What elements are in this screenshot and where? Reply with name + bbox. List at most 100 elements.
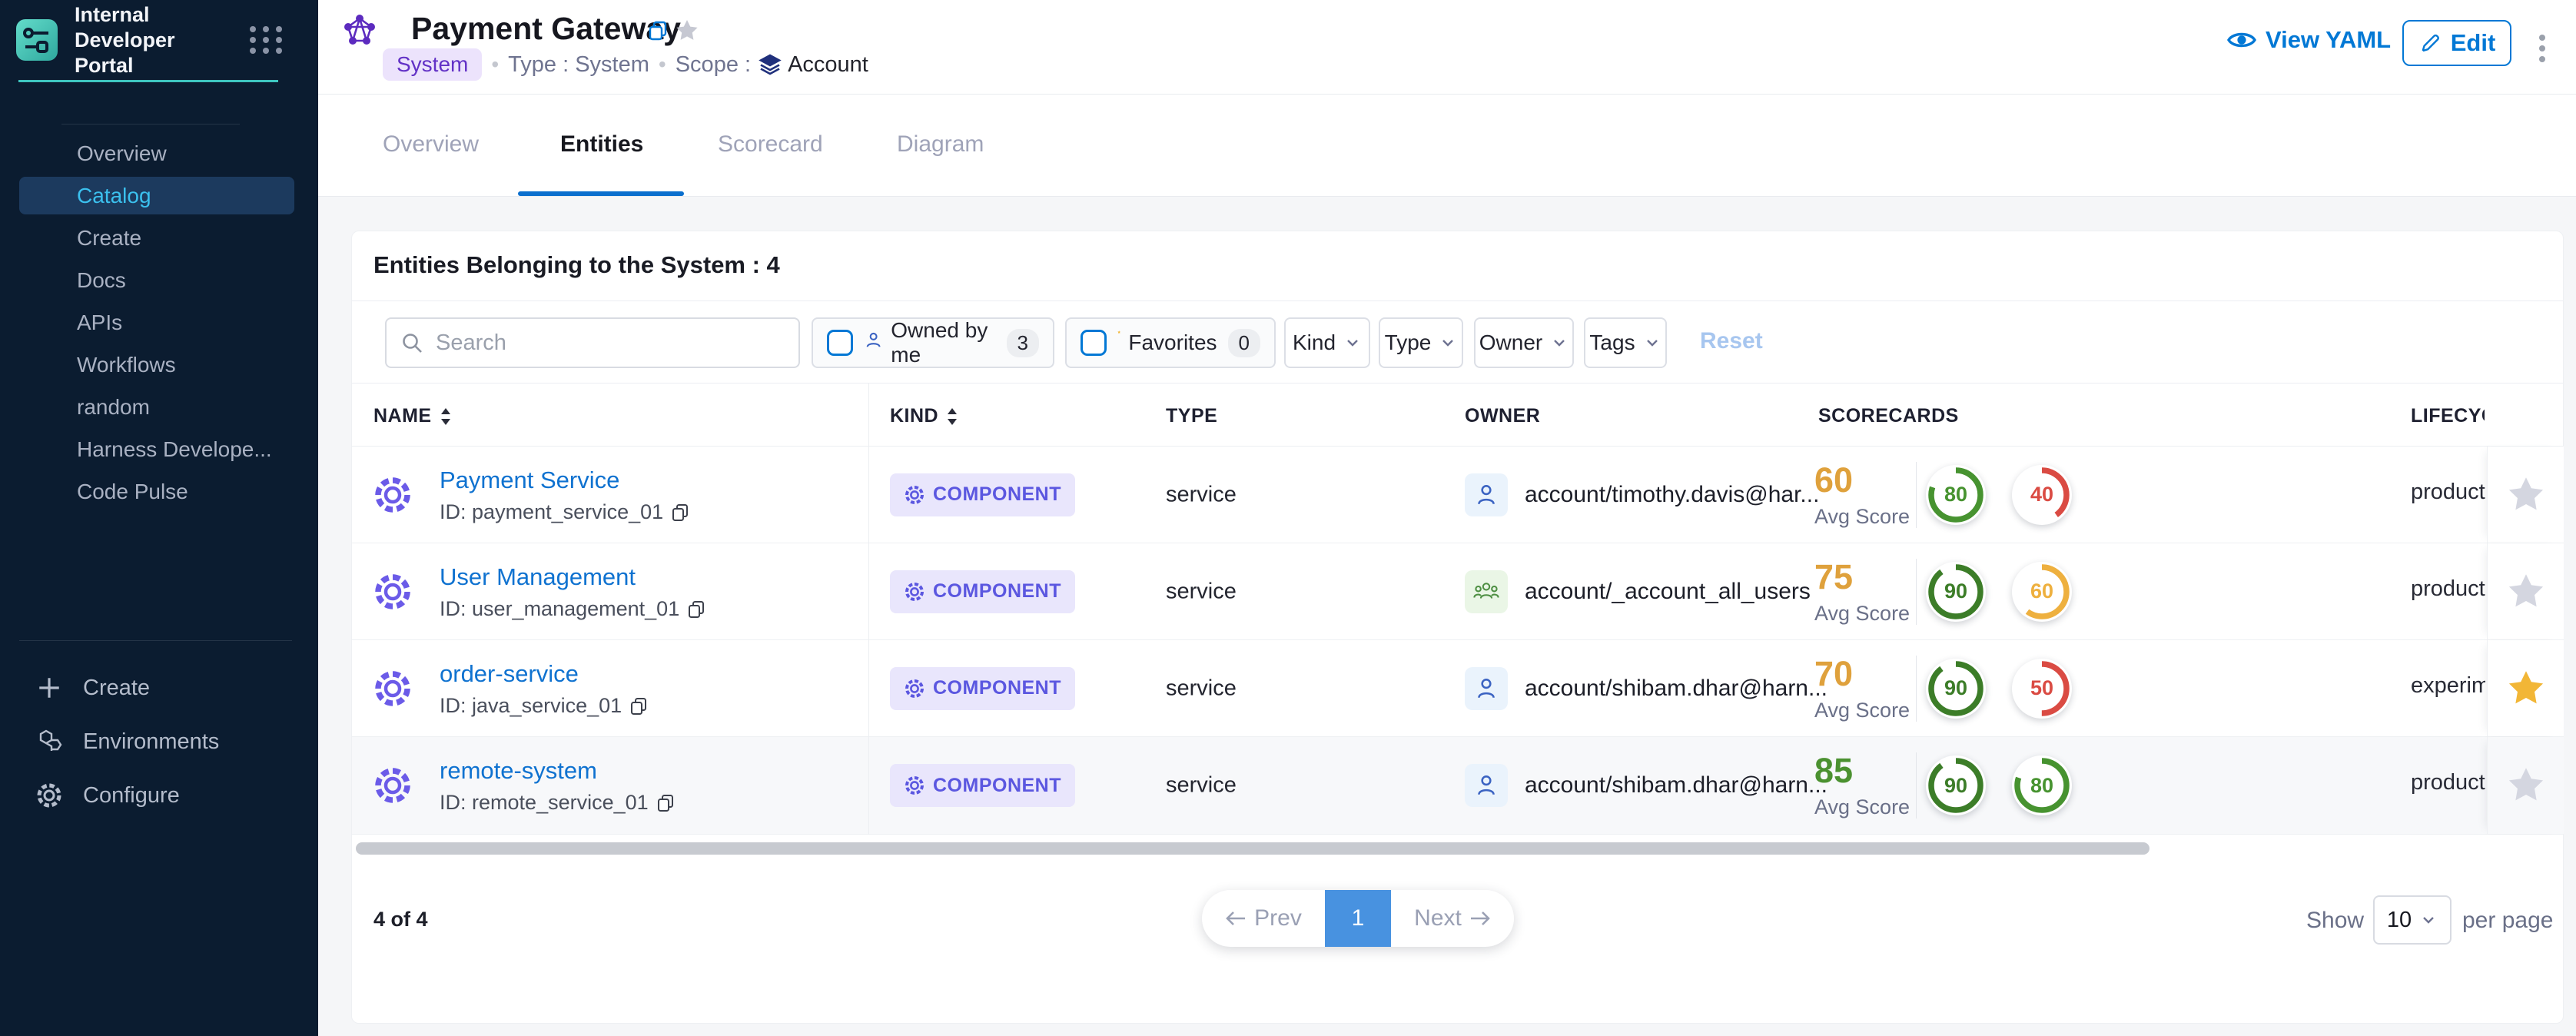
sidebar-item-harness-developer[interactable]: Harness Develope... <box>0 428 318 470</box>
favorite-star-icon[interactable] <box>2506 475 2546 515</box>
scorecard-ring[interactable]: 80 <box>2012 755 2072 815</box>
scorecard-ring[interactable]: 60 <box>2012 562 2072 622</box>
table-row[interactable]: order-service ID: java_service_01 COMPON… <box>352 640 2563 737</box>
favorite-entity-star-icon[interactable] <box>675 18 699 43</box>
sidebar-footer-environments[interactable]: Environments <box>0 715 318 769</box>
entity-name-link[interactable]: remote-system <box>440 757 597 785</box>
app-grid-icon[interactable] <box>248 22 284 58</box>
tab-diagram[interactable]: Diagram <box>897 131 984 158</box>
tab-entities[interactable]: Entities <box>560 131 643 158</box>
more-options-kebab-icon[interactable] <box>2535 25 2550 71</box>
sidebar-footer-configure[interactable]: Configure <box>0 769 318 822</box>
entity-name-link[interactable]: order-service <box>440 660 579 688</box>
row-count-summary: 4 of 4 <box>373 908 428 931</box>
favorites-filter[interactable]: Favorites 0 <box>1065 317 1276 368</box>
sidebar-nav: Overview Catalog Create Docs APIs Workfl… <box>0 132 318 513</box>
owned-by-me-filter[interactable]: Owned by me 3 <box>812 317 1054 368</box>
component-gear-icon <box>372 765 413 806</box>
scorecard-ring[interactable]: 40 <box>2012 465 2072 525</box>
kind-dropdown[interactable]: Kind <box>1284 317 1370 368</box>
entities-heading: Entities Belonging to the System : 4 <box>373 251 780 279</box>
avg-score: 85 Avg Score <box>1814 751 1913 819</box>
avg-score: 60 Avg Score <box>1814 460 1913 529</box>
sidebar-item-catalog[interactable]: Catalog <box>0 174 318 217</box>
harness-idp-logo-icon[interactable] <box>16 19 58 61</box>
component-gear-icon <box>904 484 925 506</box>
tabs-bar: Overview Entities Scorecard Diagram <box>318 95 2576 197</box>
copy-icon[interactable] <box>687 600 705 619</box>
view-yaml-button[interactable]: View YAML <box>2227 26 2391 54</box>
sort-icon <box>946 407 958 426</box>
scorecard-score: 90 <box>1926 659 1986 719</box>
edit-button[interactable]: Edit <box>2402 20 2511 66</box>
component-gear-icon <box>372 668 413 709</box>
scorecard-ring[interactable]: 90 <box>1926 755 1986 815</box>
copy-icon[interactable] <box>671 503 689 522</box>
prev-page-button[interactable]: Prev <box>1202 890 1325 947</box>
favorite-star-icon[interactable] <box>2506 669 2546 709</box>
component-gear-icon <box>904 678 925 699</box>
copy-icon[interactable] <box>629 697 648 716</box>
entity-type-label: Type : System <box>508 52 649 78</box>
tags-dropdown[interactable]: Tags <box>1584 317 1667 368</box>
reset-filters-button[interactable]: Reset <box>1700 328 1763 354</box>
avg-score-label: Avg Score <box>1814 699 1913 722</box>
next-page-button[interactable]: Next <box>1391 890 1514 947</box>
table-header: NAME KIND TYPE OWNER SCORECARDS LIFECYCL… <box>352 383 2563 447</box>
scorecard-ring[interactable]: 90 <box>1926 659 1986 719</box>
gear-icon <box>34 780 65 811</box>
table-row[interactable]: User Management ID: user_management_01 C… <box>352 543 2563 640</box>
type-dropdown[interactable]: Type <box>1379 317 1463 368</box>
favorite-star-icon[interactable] <box>2506 572 2546 612</box>
page-size-select[interactable]: 10 <box>2373 895 2452 945</box>
column-header-name[interactable]: NAME <box>373 405 452 427</box>
entity-name-link[interactable]: User Management <box>440 563 636 591</box>
scrollbar-thumb[interactable] <box>356 842 2149 855</box>
divider <box>1916 656 1917 722</box>
user-icon <box>864 330 883 355</box>
tab-scorecard[interactable]: Scorecard <box>718 131 823 158</box>
sidebar-item-random[interactable]: random <box>0 386 318 428</box>
sidebar-item-workflows[interactable]: Workflows <box>0 344 318 386</box>
owner-name: account/shibam.dhar@harn... <box>1525 676 1827 702</box>
scorecard-ring[interactable]: 90 <box>1926 562 1986 622</box>
page-number-1[interactable]: 1 <box>1325 890 1391 947</box>
sidebar-item-create[interactable]: Create <box>0 217 318 259</box>
kind-badge-component: COMPONENT <box>890 570 1075 613</box>
scorecard-ring[interactable]: 80 <box>1926 465 1986 525</box>
copy-icon[interactable] <box>656 794 675 812</box>
sidebar-item-code-pulse[interactable]: Code Pulse <box>0 470 318 513</box>
column-header-kind[interactable]: KIND <box>890 405 958 427</box>
owner-name: account/shibam.dhar@harn... <box>1525 772 1827 799</box>
sidebar-footer-create[interactable]: Create <box>0 661 318 715</box>
owner-dropdown[interactable]: Owner <box>1474 317 1574 368</box>
sidebar-item-apis[interactable]: APIs <box>0 301 318 344</box>
entity-name-link[interactable]: Payment Service <box>440 467 619 494</box>
scorecard-ring[interactable]: 50 <box>2012 659 2072 719</box>
owned-by-me-checkbox[interactable] <box>827 330 853 356</box>
owner-icon-chip <box>1465 570 1508 613</box>
user-icon <box>1473 482 1499 508</box>
sidebar-item-docs[interactable]: Docs <box>0 259 318 301</box>
table-row[interactable]: Payment Service ID: payment_service_01 C… <box>352 447 2563 543</box>
copy-icon[interactable] <box>647 20 669 42</box>
name-column-divider <box>868 383 869 835</box>
lifecycle-value: production <box>2411 770 2485 801</box>
entity-scope-label: Scope : <box>676 52 751 78</box>
entity-id: ID: remote_service_01 <box>440 791 675 815</box>
component-gear-icon <box>904 581 925 603</box>
favorite-cell <box>2487 737 2564 834</box>
tab-overview[interactable]: Overview <box>383 131 479 158</box>
sidebar-item-overview[interactable]: Overview <box>0 132 318 174</box>
favorite-star-icon[interactable] <box>2506 765 2546 805</box>
scorecard-score: 90 <box>1926 562 1986 622</box>
sidebar: Internal Developer Portal Overview Catal… <box>0 0 318 1036</box>
avg-score-value: 75 <box>1814 557 1913 597</box>
owner-name: account/_account_all_users <box>1525 579 1811 605</box>
column-header-type: TYPE <box>1166 405 1217 427</box>
favorites-checkbox[interactable] <box>1081 330 1107 356</box>
table-row[interactable]: remote-system ID: remote_service_01 COMP… <box>352 737 2563 835</box>
component-gear-icon <box>372 571 413 613</box>
search-input[interactable] <box>436 330 785 356</box>
lifecycle-value: production <box>2411 480 2485 510</box>
